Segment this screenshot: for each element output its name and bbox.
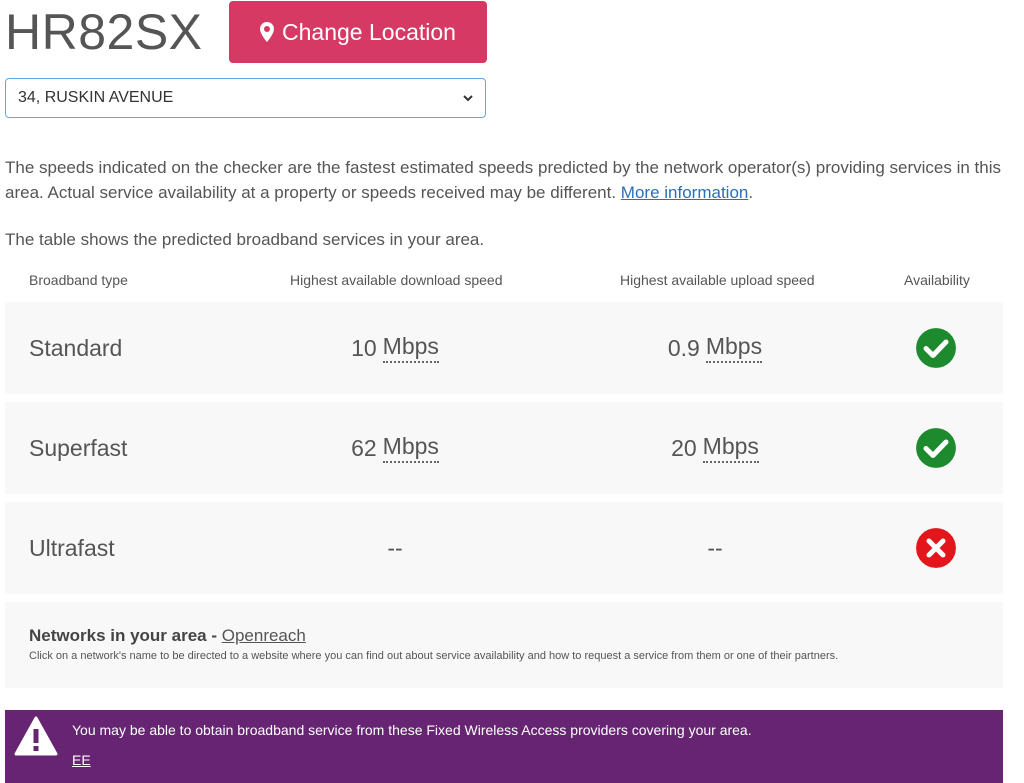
networks-panel: Networks in your area - Openreach Click … xyxy=(5,602,1003,688)
download-speed: -- xyxy=(265,502,525,594)
download-unit[interactable]: Mbps xyxy=(382,433,439,463)
chevron-down-icon xyxy=(463,94,473,101)
speed-disclaimer-text: The speeds indicated on the checker are … xyxy=(5,158,1001,202)
download-speed: 10 Mbps xyxy=(265,302,525,394)
broadband-type: Standard xyxy=(29,334,123,361)
address-select-value: 34, RUSKIN AVENUE xyxy=(18,89,174,106)
download-value: 62 xyxy=(351,434,377,461)
more-information-link[interactable]: More information xyxy=(621,183,749,202)
networks-note: Click on a network's name to be directed… xyxy=(29,650,839,662)
check-circle-icon xyxy=(916,428,956,468)
broadband-type: Superfast xyxy=(29,434,128,461)
change-location-label: Change Location xyxy=(282,18,456,45)
fixed-wireless-banner: You may be able to obtain broadband serv… xyxy=(5,710,1003,783)
speed-disclaimer: The speeds indicated on the checker are … xyxy=(5,155,1005,205)
upload-unit[interactable]: Mbps xyxy=(702,433,759,463)
table-row: Superfast 62 Mbps 20 Mbps xyxy=(5,402,1003,494)
postcode-title: HR82SX xyxy=(5,4,203,60)
ee-link[interactable]: EE xyxy=(72,752,91,768)
speed-disclaimer-end: . xyxy=(748,183,754,202)
upload-value: 0.9 xyxy=(667,334,700,361)
broadband-type: Ultrafast xyxy=(29,534,115,561)
header-download-speed: Highest available download speed xyxy=(290,272,503,288)
address-select[interactable]: 34, RUSKIN AVENUE xyxy=(5,78,486,118)
networks-title: Networks in your area - Openreach xyxy=(29,626,306,646)
map-marker-icon xyxy=(260,22,275,42)
networks-heading: Networks in your area - xyxy=(29,626,222,645)
table-row: Standard 10 Mbps 0.9 Mbps xyxy=(5,302,1003,394)
download-value: -- xyxy=(387,534,403,561)
upload-value: 20 xyxy=(671,434,697,461)
download-speed: 62 Mbps xyxy=(265,402,525,494)
upload-unit[interactable]: Mbps xyxy=(705,333,763,363)
header-broadband-type: Broadband type xyxy=(29,272,128,288)
header-upload-speed: Highest available upload speed xyxy=(620,272,815,288)
header-availability: Availability xyxy=(904,272,970,288)
download-unit[interactable]: Mbps xyxy=(382,333,439,363)
upload-value: -- xyxy=(707,534,723,561)
banner-message: You may be able to obtain broadband serv… xyxy=(72,722,752,738)
openreach-link[interactable]: Openreach xyxy=(222,626,306,645)
change-location-button[interactable]: Change Location xyxy=(229,1,487,63)
download-value: 10 xyxy=(351,334,377,361)
upload-speed: -- xyxy=(585,502,845,594)
x-circle-icon xyxy=(916,528,956,568)
check-circle-icon xyxy=(916,328,956,368)
table-row: Ultrafast -- -- xyxy=(5,502,1003,594)
upload-speed: 0.9 Mbps xyxy=(585,302,845,394)
warning-icon xyxy=(14,716,58,756)
table-intro: The table shows the predicted broadband … xyxy=(5,230,485,249)
upload-speed: 20 Mbps xyxy=(585,402,845,494)
